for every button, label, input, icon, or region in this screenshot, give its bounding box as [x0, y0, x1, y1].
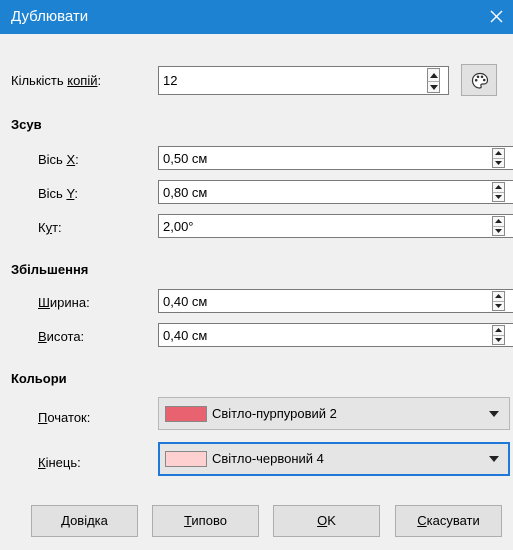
spin-up-button[interactable]	[428, 69, 439, 81]
y-axis-label: Вісь Y:	[38, 186, 79, 201]
arrow-up-icon	[495, 328, 502, 332]
help-button[interactable]: Довідка	[31, 505, 138, 537]
end-color-dropdown[interactable]: Світло-червоний 4	[158, 442, 510, 476]
chevron-down-icon	[489, 456, 499, 462]
ok-button[interactable]: ОK	[273, 505, 380, 537]
cancel-button[interactable]: Скасувати	[395, 505, 502, 537]
spin-up-button[interactable]	[493, 326, 504, 335]
spin-up-button[interactable]	[493, 217, 504, 226]
spin-down-button[interactable]	[493, 226, 504, 235]
copies-field[interactable]: 12	[158, 66, 449, 95]
arrow-down-icon	[495, 195, 502, 199]
arrow-up-icon	[495, 294, 502, 298]
start-color-dropdown[interactable]: Світло-пурпуровий 2	[158, 397, 510, 430]
close-button[interactable]	[479, 0, 513, 34]
close-icon	[490, 10, 503, 23]
spin-down-button[interactable]	[493, 335, 504, 344]
width-spinner[interactable]	[492, 291, 505, 311]
arrow-up-icon	[430, 73, 438, 78]
end-color-label: Кінець:	[38, 455, 81, 470]
chevron-down-icon	[489, 411, 499, 417]
spin-down-button[interactable]	[428, 81, 439, 93]
width-label: Ширина:	[38, 295, 90, 310]
spin-up-button[interactable]	[493, 183, 504, 192]
colors-heading: Кольори	[11, 371, 67, 386]
height-label: Висота:	[38, 329, 85, 344]
angle-field[interactable]: 2,00°	[158, 214, 513, 238]
start-color-swatch	[165, 406, 207, 422]
title-bar: Дублювати	[0, 0, 513, 34]
arrow-down-icon	[495, 304, 502, 308]
arrow-up-icon	[495, 219, 502, 223]
default-button[interactable]: Типово	[152, 505, 259, 537]
height-spinner[interactable]	[492, 325, 505, 345]
spin-down-button[interactable]	[493, 158, 504, 167]
values-from-selection-button[interactable]	[461, 64, 497, 96]
y-axis-field[interactable]: 0,80 см	[158, 180, 513, 204]
arrow-down-icon	[495, 229, 502, 233]
y-axis-spinner[interactable]	[492, 182, 505, 202]
arrow-up-icon	[495, 185, 502, 189]
offset-heading: Зсув	[11, 117, 42, 132]
arrow-down-icon	[430, 85, 438, 90]
enlargement-heading: Збільшення	[11, 262, 89, 277]
duplicate-dialog: Дублювати Кількість копій: 12 Зсув Вісь …	[0, 0, 513, 550]
angle-label: Кут:	[38, 220, 62, 235]
end-color-swatch	[165, 451, 207, 467]
width-field[interactable]: 0,40 см	[158, 289, 513, 313]
palette-icon	[471, 72, 489, 89]
x-axis-spinner[interactable]	[492, 148, 505, 168]
spin-down-button[interactable]	[493, 192, 504, 201]
arrow-down-icon	[495, 161, 502, 165]
arrow-down-icon	[495, 338, 502, 342]
angle-spinner[interactable]	[492, 216, 505, 236]
dialog-title: Дублювати	[11, 8, 89, 25]
height-field[interactable]: 0,40 см	[158, 323, 513, 347]
x-axis-field[interactable]: 0,50 см	[158, 146, 513, 170]
spin-down-button[interactable]	[493, 301, 504, 310]
x-axis-label: Вісь X:	[38, 152, 79, 167]
copies-spinner[interactable]	[427, 68, 440, 93]
spin-up-button[interactable]	[493, 149, 504, 158]
copies-label: Кількість копій:	[11, 73, 102, 88]
spin-up-button[interactable]	[493, 292, 504, 301]
arrow-up-icon	[495, 151, 502, 155]
start-color-label: Початок:	[38, 410, 91, 425]
